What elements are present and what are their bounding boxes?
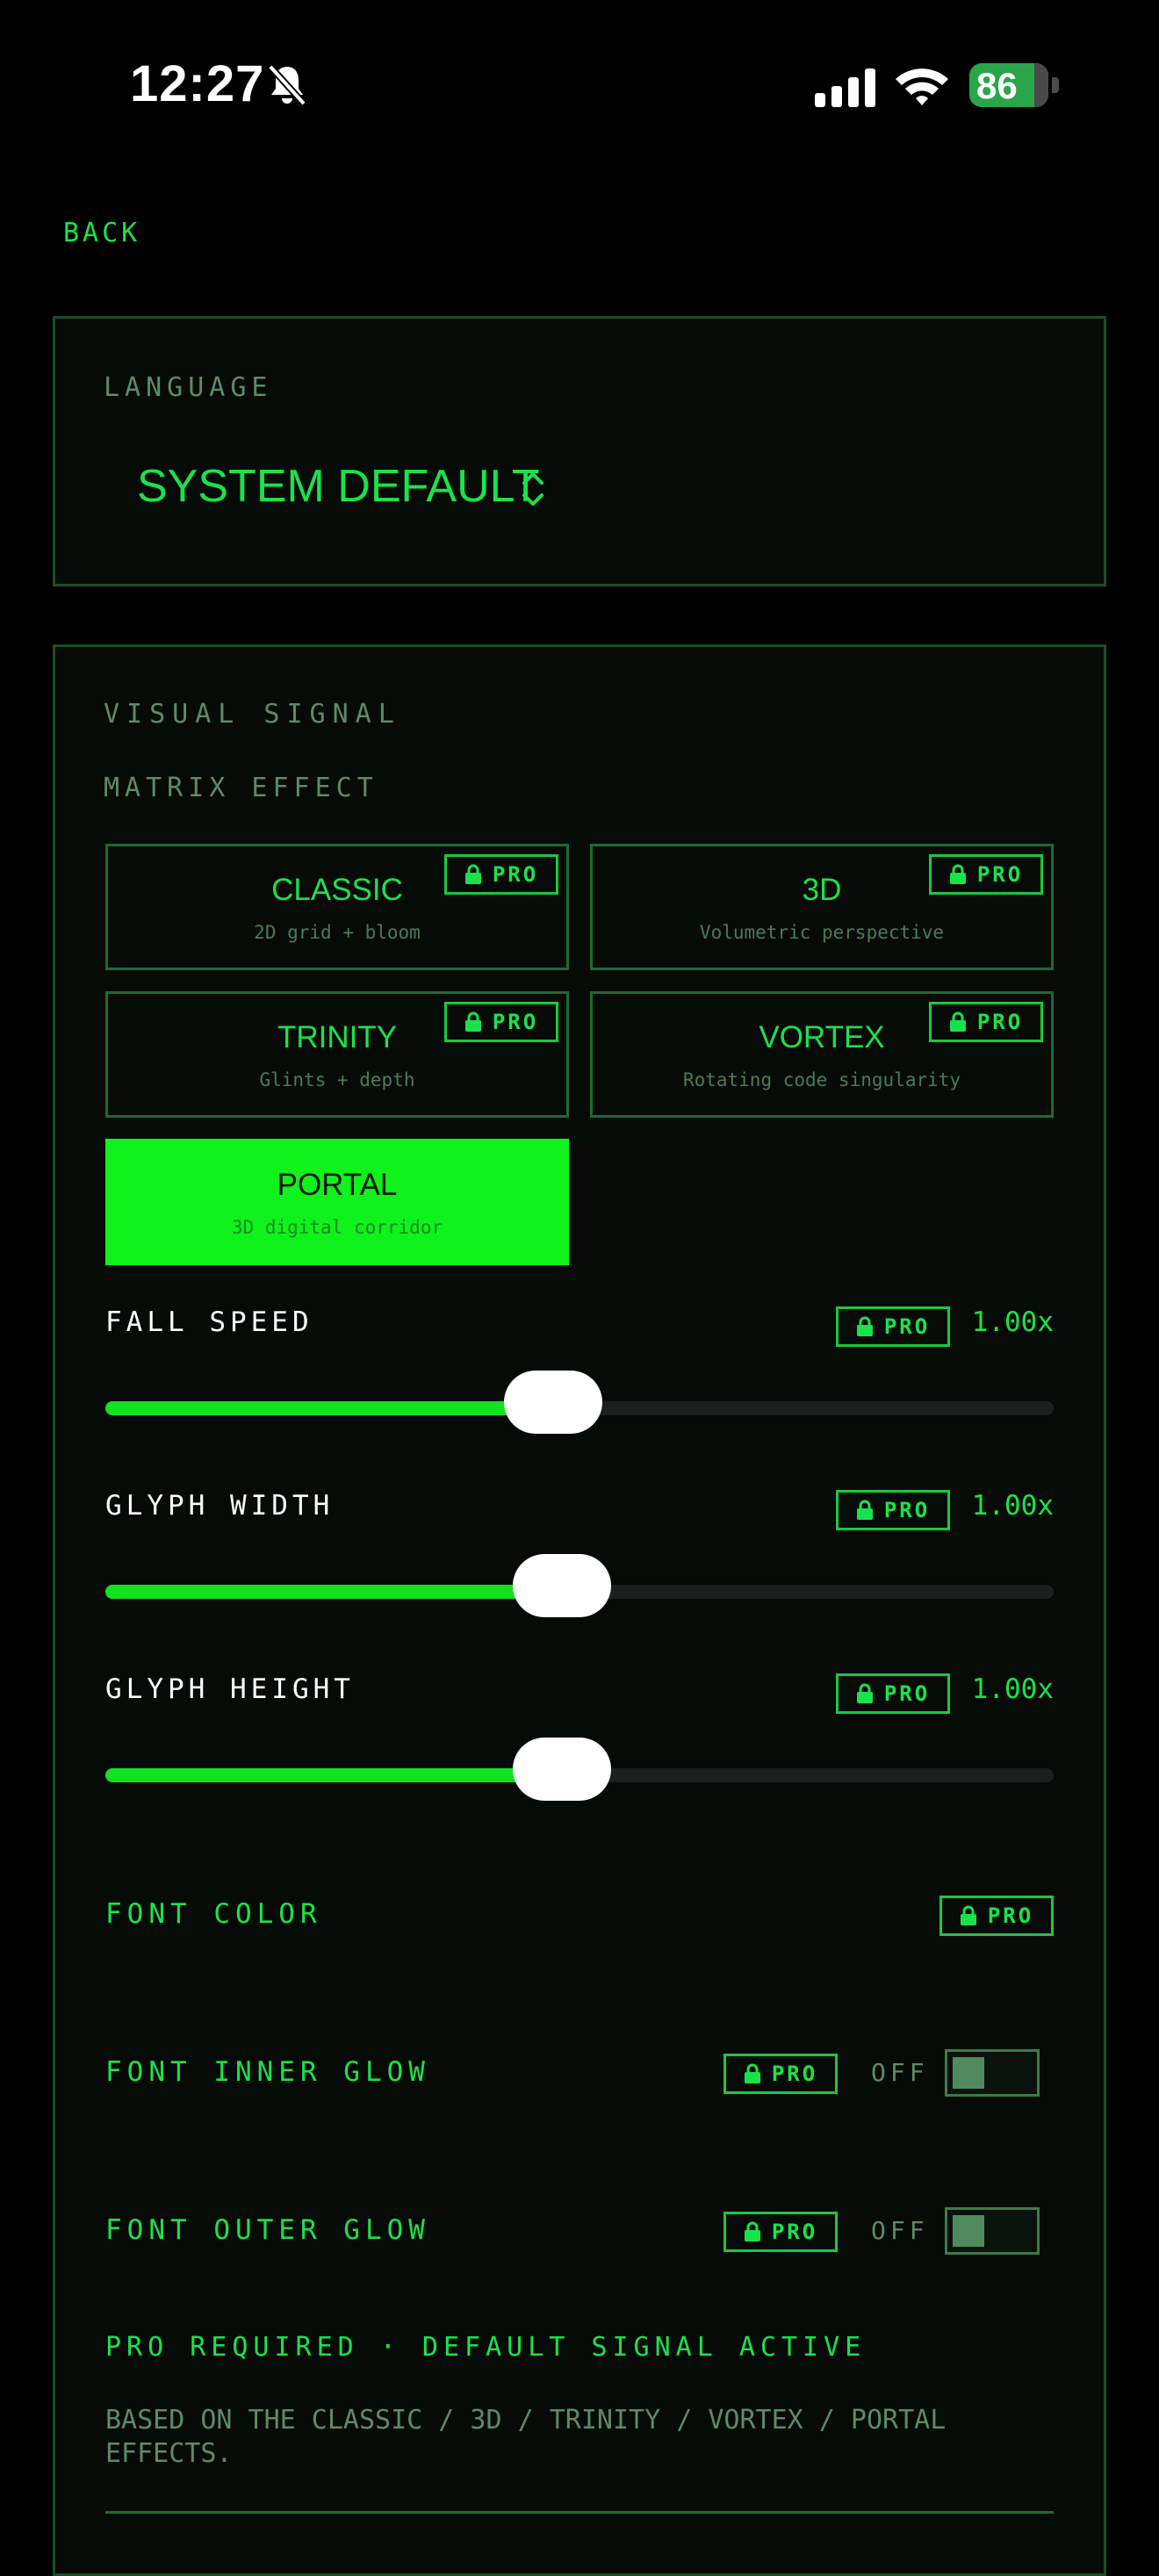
wifi-icon (896, 68, 948, 105)
effect-subtitle: Rotating code singularity (682, 1069, 961, 1090)
pro-badge[interactable]: PRO (723, 2054, 838, 2094)
pro-badge[interactable]: PRO (929, 854, 1043, 895)
fall-speed-label: FALL SPEED (105, 1306, 313, 1338)
fall-speed-slider[interactable] (105, 1371, 1054, 1434)
effect-card-portal[interactable]: PORTAL 3D digital corridor (105, 1139, 569, 1265)
inner-glow-state: OFF (871, 2058, 929, 2087)
pro-required-notice: PRO REQUIRED · DEFAULT SIGNAL ACTIVE (105, 2332, 867, 2363)
glyph-width-label: GLYPH WIDTH (105, 1490, 335, 1522)
pro-badge-label: PRO (883, 1681, 931, 1706)
effect-title: PORTAL (277, 1168, 398, 1202)
slider-fill (105, 1585, 563, 1599)
pro-badge-label: PRO (771, 2062, 818, 2086)
effect-subtitle: 2D grid + bloom (254, 922, 421, 943)
pro-badge-label: PRO (771, 2220, 818, 2244)
pro-badge[interactable]: PRO (444, 1002, 558, 1042)
pro-badge-label: PRO (492, 1010, 539, 1034)
language-select[interactable]: SYSTEM DEFAULT (137, 460, 539, 513)
status-time: 12:27 (130, 55, 265, 112)
pro-badge[interactable]: PRO (836, 1490, 950, 1530)
toggle-knob (953, 2057, 984, 2089)
cellular-signal-icon (815, 68, 875, 107)
glyph-height-slider[interactable] (105, 1738, 1054, 1801)
font-outer-glow-label: FONT OUTER GLOW (105, 2214, 430, 2246)
pro-badge-label: PRO (976, 862, 1024, 887)
font-color-label: FONT COLOR (105, 1898, 322, 1930)
glyph-height-value: 1.00x (971, 1673, 1054, 1705)
effect-subtitle: Glints + depth (259, 1069, 415, 1090)
lock-icon (949, 864, 966, 884)
based-on-note: BASED ON THE CLASSIC / 3D / TRINITY / VO… (105, 2405, 947, 2469)
slider-thumb[interactable] (503, 1371, 602, 1434)
inner-glow-toggle[interactable] (945, 2049, 1040, 2097)
outer-glow-toggle[interactable] (945, 2207, 1040, 2255)
slider-thumb[interactable] (513, 1554, 612, 1617)
effect-subtitle: 3D digital corridor (231, 1217, 443, 1238)
font-inner-glow-label: FONT INNER GLOW (105, 2056, 430, 2088)
lock-icon (856, 1683, 873, 1703)
pro-badge-label: PRO (883, 1498, 931, 1522)
lock-icon (949, 1011, 966, 1032)
lock-icon (744, 2221, 760, 2241)
pro-badge[interactable]: PRO (836, 1306, 950, 1347)
lock-icon (464, 864, 481, 884)
lock-icon (464, 1011, 481, 1032)
lock-icon (960, 1905, 976, 1925)
pro-badge-label: PRO (883, 1314, 931, 1339)
pro-badge[interactable]: PRO (723, 2212, 838, 2252)
matrix-effect-label: MATRIX EFFECT (104, 773, 378, 803)
chevron-up-down-icon[interactable] (520, 469, 546, 509)
slider-fill (105, 1768, 563, 1782)
lock-icon (744, 2063, 760, 2083)
pro-badge[interactable]: PRO (836, 1673, 950, 1714)
matrix-preview-strip (105, 2511, 1054, 2521)
pro-badge[interactable]: PRO (444, 854, 558, 895)
language-label: LANGUAGE (104, 372, 273, 403)
effect-subtitle: Volumetric perspective (699, 922, 945, 943)
lock-icon (856, 1500, 873, 1520)
pro-badge-label: PRO (987, 1903, 1034, 1928)
glyph-width-value: 1.00x (971, 1490, 1054, 1522)
pro-badge-label: PRO (976, 1010, 1024, 1034)
fall-speed-value: 1.00x (971, 1306, 1054, 1338)
glyph-width-slider[interactable] (105, 1554, 1054, 1617)
battery-level: 86 (976, 65, 1018, 106)
visual-signal-label: VISUAL SIGNAL (104, 699, 401, 730)
slider-thumb[interactable] (513, 1738, 612, 1801)
lock-icon (856, 1316, 873, 1336)
pro-badge[interactable]: PRO (939, 1896, 1054, 1936)
language-panel (53, 316, 1106, 586)
battery-icon: 86 (969, 63, 1059, 107)
toggle-knob (953, 2215, 984, 2247)
outer-glow-state: OFF (871, 2216, 929, 2245)
slider-fill (105, 1401, 553, 1415)
pro-badge[interactable]: PRO (929, 1002, 1043, 1042)
pro-badge-label: PRO (492, 862, 539, 887)
glyph-height-label: GLYPH HEIGHT (105, 1673, 355, 1705)
bell-slash-icon (268, 64, 306, 106)
back-button[interactable]: BACK (63, 218, 140, 248)
